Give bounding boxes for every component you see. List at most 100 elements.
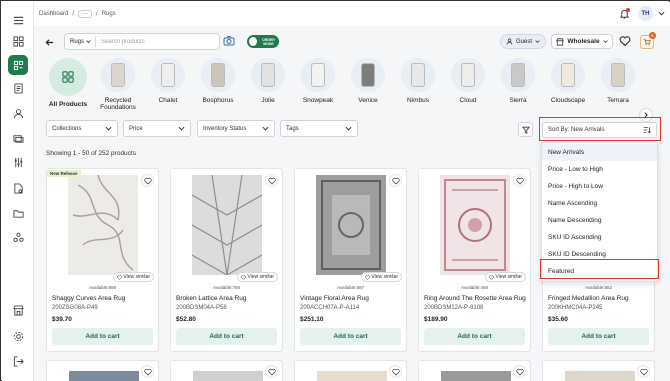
category-snowpeak[interactable]: Snowpeak xyxy=(294,58,342,104)
category-venice[interactable]: Venice xyxy=(344,58,392,104)
heart-icon[interactable] xyxy=(265,174,278,187)
user-icon xyxy=(506,38,513,45)
product-name[interactable]: Broken Lattice Area Rug xyxy=(176,295,246,302)
heart-icon[interactable] xyxy=(389,174,402,187)
chevron-down-icon[interactable] xyxy=(658,10,665,17)
product-card[interactable] xyxy=(294,360,407,381)
product-card[interactable] xyxy=(46,360,159,381)
category-all-products[interactable]: All Products xyxy=(44,58,92,108)
sort-option-name-descending[interactable]: Name Descending xyxy=(542,212,657,229)
product-card[interactable]: View similar Available:468 Ring Around T… xyxy=(418,168,531,352)
add-to-cart-button[interactable]: Add to cart xyxy=(548,328,649,345)
product-card[interactable]: New Release View similar Available:699 S… xyxy=(46,168,159,352)
sort-option-name-ascending[interactable]: Name Ascending xyxy=(542,195,657,212)
chevron-down-icon xyxy=(262,126,269,131)
order-mode-toggle[interactable]: ORDER MODE xyxy=(247,35,279,48)
category-jolie[interactable]: Jolie xyxy=(244,58,292,104)
search-category-select[interactable]: Rugs xyxy=(65,36,97,47)
user-icon[interactable] xyxy=(10,105,26,121)
category-bosphorus[interactable]: Bosphorus xyxy=(194,58,242,104)
add-to-cart-button[interactable]: Add to cart xyxy=(176,328,277,345)
breadcrumb-dashboard[interactable]: Dashboard xyxy=(39,11,68,17)
document-icon[interactable] xyxy=(10,180,26,196)
folder-icon[interactable] xyxy=(10,205,26,221)
heart-icon[interactable] xyxy=(619,35,632,48)
product-card[interactable]: View similar Available:756 Broken Lattic… xyxy=(170,168,283,352)
category-cloudscape[interactable]: Cloudscape xyxy=(544,58,592,104)
search-input[interactable] xyxy=(96,38,207,45)
category-recycled-foundations[interactable]: Recycled Foundations xyxy=(94,58,142,111)
rug-image xyxy=(67,175,138,275)
product-name[interactable]: Fringed Medallion Area Rug xyxy=(548,295,629,302)
collections-filter-label: Collections xyxy=(52,125,82,132)
sort-option-price-low-high[interactable]: Price - Low to High xyxy=(542,161,657,178)
settings-sliders-icon[interactable] xyxy=(10,154,26,170)
product-card[interactable] xyxy=(170,360,283,381)
view-similar-button[interactable]: View similar xyxy=(485,272,526,282)
heart-icon xyxy=(241,274,247,280)
product-name[interactable]: Vintage Floral Area Rug xyxy=(300,295,369,302)
logout-icon[interactable] xyxy=(10,353,26,369)
heart-icon[interactable] xyxy=(141,365,154,378)
add-to-cart-button[interactable]: Add to cart xyxy=(52,328,153,345)
price-tier-select[interactable]: Wholesale xyxy=(551,34,613,49)
product-price: $189.90 xyxy=(424,316,448,323)
view-similar-button[interactable]: View similar xyxy=(361,272,402,282)
camera-search-icon[interactable] xyxy=(223,35,235,47)
sort-option-new-arrivals[interactable]: New Arrivals xyxy=(542,144,657,161)
availability: Available:468 xyxy=(461,285,488,290)
product-card[interactable] xyxy=(418,360,531,381)
search-box: Rugs xyxy=(64,33,220,50)
toggle-knob xyxy=(249,37,257,46)
view-similar-button[interactable]: View similar xyxy=(237,272,278,282)
product-name[interactable]: Ring Around The Rosette Area Rug xyxy=(424,295,526,302)
sort-option-sku-ascending[interactable]: SKU ID Ascending xyxy=(542,229,657,246)
menu-icon[interactable] xyxy=(10,12,26,28)
category-chalet[interactable]: Chalet xyxy=(144,58,192,104)
add-to-cart-button[interactable]: Add to cart xyxy=(424,328,525,345)
heart-icon[interactable] xyxy=(637,365,650,378)
category-cloud[interactable]: Cloud xyxy=(444,58,492,104)
product-card[interactable]: View similar Available:587 Vintage Flora… xyxy=(294,168,407,352)
breadcrumb-more[interactable]: ··· xyxy=(78,10,93,18)
price-filter[interactable]: Price xyxy=(123,120,191,137)
product-card[interactable] xyxy=(542,360,655,381)
cart-button[interactable]: 6 xyxy=(640,32,656,49)
sort-option-price-high-low[interactable]: Price - High to Low xyxy=(542,178,657,195)
network-icon[interactable] xyxy=(10,229,26,245)
bell-icon[interactable] xyxy=(619,8,630,19)
back-arrow-icon[interactable] xyxy=(45,38,54,47)
category-label: Jolie xyxy=(261,97,275,104)
category-nimbus[interactable]: Nimbus xyxy=(394,58,442,104)
guest-selector[interactable]: Guest xyxy=(500,34,546,49)
product-name[interactable]: Shaggy Curves Area Rug xyxy=(52,295,125,302)
category-sierra[interactable]: Sierra xyxy=(494,58,542,104)
dashboard-icon[interactable] xyxy=(10,33,26,49)
featured-highlight-box xyxy=(540,259,659,279)
heart-icon[interactable] xyxy=(141,174,154,187)
store-icon[interactable] xyxy=(10,302,26,318)
app-frame: Dashboard / ··· / Rugs TH Rugs Search pr… xyxy=(0,0,670,381)
payments-icon[interactable] xyxy=(10,130,26,146)
collections-filter[interactable]: Collections xyxy=(46,120,118,137)
category-label: Venice xyxy=(358,97,378,104)
add-to-cart-button[interactable]: Add to cart xyxy=(300,328,401,345)
heart-icon[interactable] xyxy=(389,365,402,378)
availability: Available:552 xyxy=(585,285,612,290)
category-label: Chalet xyxy=(158,97,178,104)
avatar[interactable]: TH xyxy=(638,6,653,21)
gear-icon[interactable] xyxy=(10,328,26,344)
inventory-status-filter[interactable]: Inventory Status xyxy=(197,120,275,137)
filter-funnel-icon[interactable] xyxy=(518,122,533,137)
guest-label: Guest xyxy=(515,38,532,45)
heart-icon[interactable] xyxy=(513,174,526,187)
view-similar-button[interactable]: View similar xyxy=(113,272,154,282)
tags-filter[interactable]: Tags xyxy=(280,120,358,137)
category-temara[interactable]: Temara xyxy=(594,58,642,104)
heart-icon[interactable] xyxy=(513,365,526,378)
heart-icon[interactable] xyxy=(265,365,278,378)
view-similar-label: View similar xyxy=(495,274,522,280)
orders-icon[interactable] xyxy=(10,80,26,96)
category-image xyxy=(601,58,635,92)
products-icon[interactable] xyxy=(8,55,28,75)
